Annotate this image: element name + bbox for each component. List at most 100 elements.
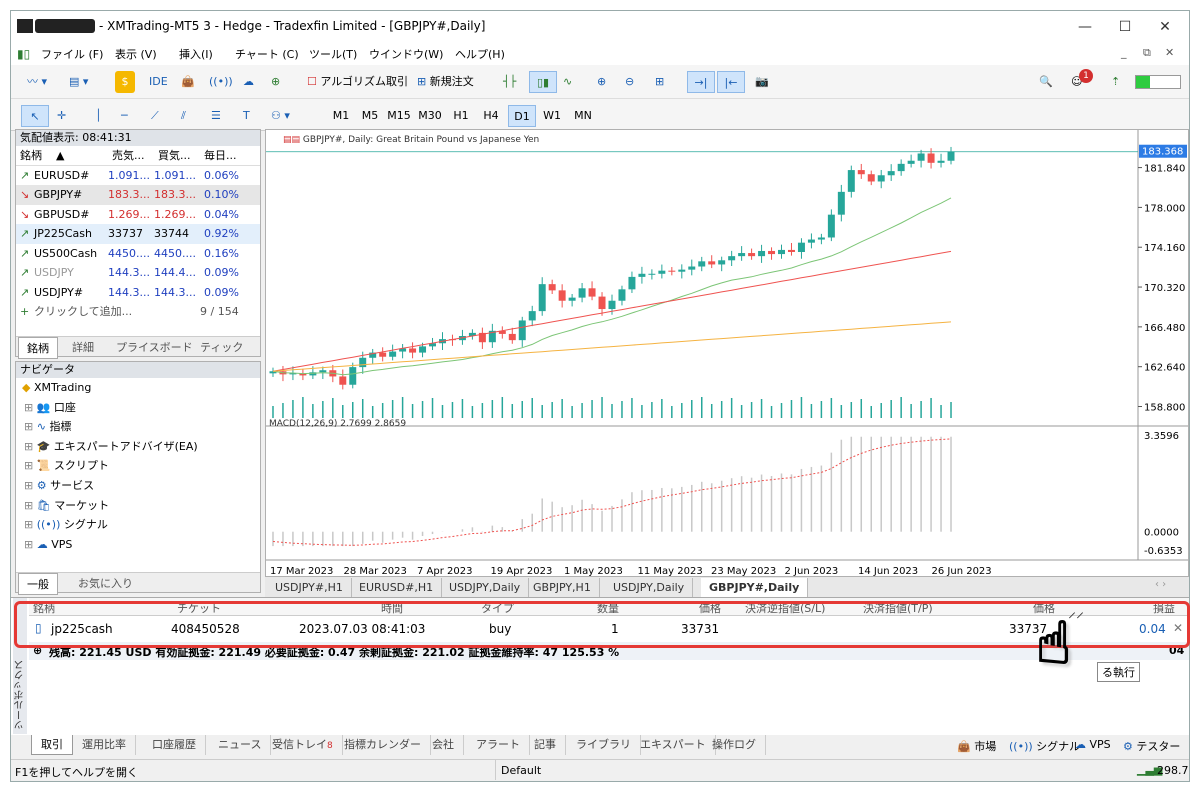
dollar-icon[interactable]: $ [115,71,135,93]
signals-icon[interactable]: ((•)) [209,71,233,93]
toolbox-tab[interactable]: 受信トレイ8 [263,735,343,755]
tab-favorites[interactable]: お気に入り [70,573,141,593]
expand-icon[interactable]: ⊞ [24,499,33,512]
tf-h4[interactable]: H4 [477,105,505,127]
tf-m15[interactable]: M15 [385,105,413,127]
tf-mn[interactable]: MN [569,105,597,127]
market-bag-icon[interactable]: 👜 [181,71,195,93]
nav-root[interactable]: ◆ XMTrading [16,378,260,398]
tf-h1[interactable]: H1 [447,105,475,127]
mdi-min-icon[interactable]: _ [1121,46,1127,59]
toolbox-tab[interactable]: 会社 [423,735,464,755]
autoscroll-icon[interactable]: →| [687,71,715,93]
toolbox-tab[interactable]: ライブラリ [567,735,641,755]
trendline-icon[interactable]: ⟋ [151,105,159,127]
cursor-icon[interactable]: ↖ [21,105,49,127]
menu-insert[interactable]: 挿入(I) [179,46,213,62]
tab-ticks[interactable]: ティック [192,337,251,357]
maximize-button[interactable]: ☐ [1105,15,1145,39]
menu-tools[interactable]: ツール(T) [309,46,357,62]
algo-trading-button[interactable]: ☐ アルゴリズム取引 [307,71,408,93]
nav-item[interactable]: ⊞ ∿ 指標 [16,417,260,437]
fibonacci-icon[interactable]: ☰ [211,105,221,127]
tab-general[interactable]: 一般 [18,573,58,595]
chart-tab[interactable]: USDJPY,Daily [605,578,694,597]
chart-tab[interactable]: USDJPY,Daily [441,578,530,597]
community-icon[interactable]: ⊕ [271,71,280,93]
mw-row[interactable]: ↗ JP225Cash 33737 33744 0.92% [16,224,260,244]
col-ask[interactable]: 買気... [158,146,191,166]
mw-row[interactable]: ↘ GBPUSD# 1.269... 1.269... 0.04% [16,205,260,225]
search-icon[interactable]: 🔍 [1039,71,1053,93]
expand-icon[interactable]: ⊞ [24,420,33,433]
market-tab[interactable]: 👜 市場 [957,738,996,754]
tf-m5[interactable]: M5 [356,105,384,127]
toolbox-tab[interactable]: 口座履歴 [143,735,206,755]
expand-icon[interactable]: ⊞ [24,538,33,551]
close-button[interactable]: ✕ [1145,15,1185,39]
expand-icon[interactable]: ⊞ [24,479,33,492]
price-chart[interactable]: 181.840 178.000 174.160 170.320 166.480 162.6… [266,130,1188,577]
toolbox-tab[interactable]: アラート [467,735,530,755]
signals-tab[interactable]: ((•)) シグナル [1009,738,1080,754]
expand-icon[interactable]: ⊞ [24,459,33,472]
toolbox-tab[interactable]: 記事 [525,735,566,755]
nav-item[interactable]: ⊞ 🛍 マーケット [16,496,260,516]
nav-item[interactable]: ⊞ 📜 スクリプト [16,456,260,476]
scroll-tabs-icon[interactable]: ‹ › [1155,579,1166,590]
channel-icon[interactable]: ⫽ [181,105,186,127]
tf-d1[interactable]: D1 [508,105,536,127]
chart-tab[interactable]: EURUSD#,H1 [351,578,443,597]
nav-item[interactable]: ⊞ ((•)) シグナル [16,515,260,535]
tab-symbols[interactable]: 銘柄 [18,337,58,359]
chart-tab[interactable]: GBPJPY,H1 [525,578,600,597]
chart-shift-icon[interactable]: |← [717,71,745,93]
status-profile[interactable]: Default [501,764,541,777]
level-icon[interactable]: ⇡ [1111,71,1120,93]
line-chart-icon[interactable]: ∿ [563,71,572,93]
menu-window[interactable]: ウインドウ(W) [369,46,443,62]
minimize-button[interactable]: — [1065,15,1105,39]
toolbox-tab[interactable]: 運用比率 [73,735,136,755]
chart-type-icon[interactable]: 〰 ▾ [27,71,47,93]
nav-item[interactable]: ⊞ ☁ VPS [16,535,260,555]
candles-icon[interactable]: ▯▮ [529,71,557,93]
nav-item[interactable]: ⊞ 👥 口座 [16,398,260,418]
menu-help[interactable]: ヘルプ(H) [455,46,505,62]
col-symbol[interactable]: 銘柄 [20,146,42,166]
col-bid[interactable]: 売気... [112,146,145,166]
horizontal-line-icon[interactable]: ─ [121,105,128,127]
toolbox-tab[interactable]: 操作ログ [703,735,766,755]
add-symbol-row[interactable]: + クリックして追加... 9 / 154 [16,302,260,322]
mw-row[interactable]: ↗ US500Cash 4450.... 4450.... 0.16% [16,244,260,264]
tf-m1[interactable]: M1 [327,105,355,127]
menu-view[interactable]: 表示 (V) [115,46,157,62]
tf-m30[interactable]: M30 [416,105,444,127]
chart-tab[interactable]: GBPJPY#,Daily [701,578,809,597]
templates-icon[interactable]: ▤ ▾ [69,71,88,93]
tf-w1[interactable]: W1 [538,105,566,127]
chart-tab[interactable]: USDJPY#,H1 [267,578,352,597]
nav-item[interactable]: ⊞ ⚙ サービス [16,476,260,496]
zoom-out-icon[interactable]: ⊖ [625,71,634,93]
tab-details[interactable]: 詳細 [64,337,102,357]
mw-row[interactable]: ↘ GBPJPY# 183.3... 183.3... 0.10% [16,185,260,205]
expand-icon[interactable]: ⊞ [24,440,33,453]
mw-row[interactable]: ↗ EURUSD# 1.091... 1.091... 0.06% [16,166,260,186]
crosshair-icon[interactable]: ✛ [57,105,66,127]
nav-item[interactable]: ⊞ 🎓 エキスパートアドバイザ(EA) [16,437,260,457]
shapes-icon[interactable]: ⚇ ▾ [271,105,290,127]
mw-row[interactable]: ↗ USDJPY# 144.3... 144.3... 0.09% [16,283,260,303]
mdi-restore-icon[interactable]: ⧉ [1143,46,1151,60]
screenshot-icon[interactable]: 📷 [755,71,769,93]
menu-chart[interactable]: チャート (C) [235,46,299,62]
new-order-button[interactable]: ⊞ 新規注文 [417,71,474,93]
zoom-in-icon[interactable]: ⊕ [597,71,606,93]
ide-button[interactable]: IDE [149,71,168,93]
expand-icon[interactable]: ⊞ [24,401,33,414]
col-daily[interactable]: 毎日... [204,146,237,166]
expand-icon[interactable]: ⊞ [24,518,33,531]
tester-tab[interactable]: ⚙ テスター [1123,738,1180,754]
toolbox-tab[interactable]: 指標カレンダー [335,735,431,755]
menu-file[interactable]: ファイル (F) [41,46,103,62]
